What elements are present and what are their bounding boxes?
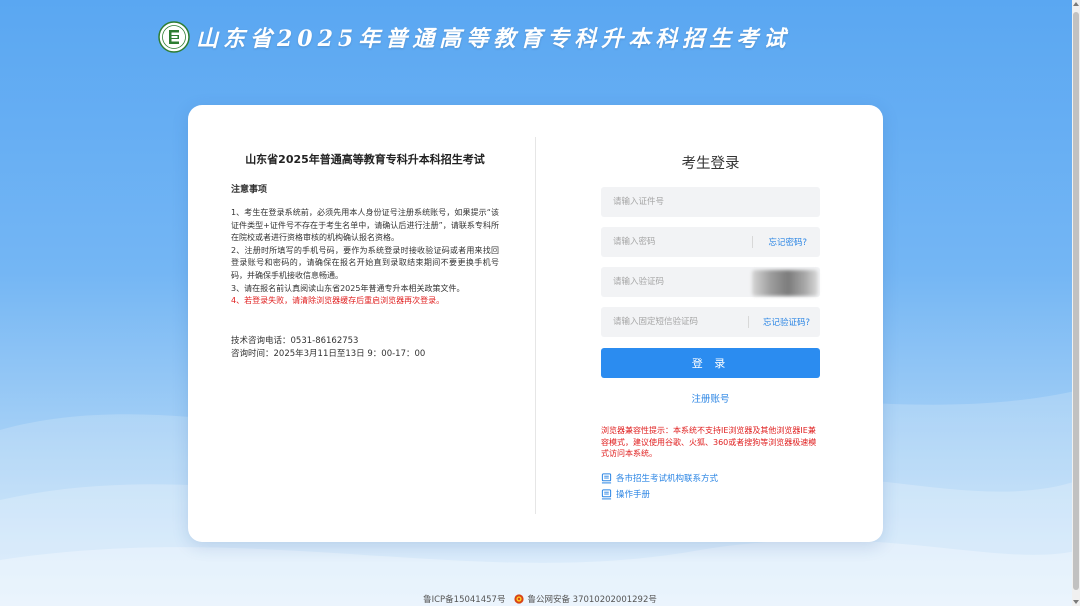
contact-info: 技术咨询电话：0531-86162753 咨询时间：2025年3月11日至13日… [231, 335, 425, 360]
site-header: 山东省2025年普通高等教育专科升本科招生考试 [158, 20, 790, 54]
login-title: 考生登录 [681, 156, 740, 172]
document-icon [601, 472, 612, 483]
notice-subtitle: 注意事项 [231, 185, 268, 195]
notice-item: 2、注册时所填写的手机号码，要作为系统登录时接收验证码或者用来找回登录账号和密码… [231, 245, 499, 280]
page-footer: 鲁ICP备15041457号 鲁公网安备 37010202001292号 [0, 593, 1080, 605]
captcha-image[interactable] [752, 270, 818, 296]
login-button[interactable]: 登 录 [601, 348, 820, 378]
sms-field: 忘记验证码? [601, 307, 820, 337]
notice-item: 1、考生在登录系统前，必须先用本人身份证号注册系统账号，如果提示“该证件类型+证… [231, 208, 499, 243]
exam-logo-icon [158, 21, 190, 53]
id-number-input[interactable] [601, 187, 820, 217]
register-link[interactable]: 注册账号 [601, 391, 820, 405]
field-separator [748, 316, 749, 328]
forgot-sms-code-link[interactable]: 忘记验证码? [763, 316, 810, 328]
site-title: 山东省2025年普通高等教育专科升本科招生考试 [196, 26, 791, 52]
police-badge-icon [514, 594, 525, 604]
contact-phone: 技术咨询电话：0531-86162753 [231, 336, 359, 346]
notice-item-warning: 4、若登录失败，请清除浏览器缓存后重启浏览器再次登录。 [231, 296, 445, 306]
field-separator [752, 236, 753, 248]
captcha-field [601, 267, 820, 297]
user-manual-link[interactable]: 操作手册 [601, 488, 650, 500]
icp-record-link[interactable]: 鲁ICP备15041457号 [423, 593, 505, 605]
page-scrollbar[interactable] [1072, 0, 1080, 606]
scroll-down-icon[interactable] [1073, 600, 1079, 604]
forgot-password-link[interactable]: 忘记密码? [768, 236, 807, 248]
exam-office-contacts-link[interactable]: 各市招生考试机构联系方式 [601, 472, 718, 484]
scroll-thumb[interactable] [1073, 12, 1079, 590]
id-field [601, 187, 820, 217]
browser-compat-tip: 浏览器兼容性提示：本系统不支持IE浏览器及其他浏览器IE兼容模式，建议使用谷歌、… [601, 426, 817, 459]
login-card: 山东省2025年普通高等教育专科升本科招生考试 注意事项 1、考生在登录系统前，… [188, 105, 883, 542]
notice-title: 山东省2025年普通高等教育专科升本科招生考试 [245, 153, 485, 166]
notice-list: 1、考生在登录系统前，必须先用本人身份证号注册系统账号，如果提示“该证件类型+证… [231, 207, 499, 308]
notice-item: 3、请在报名前认真阅读山东省2025年普通专升本相关政策文件。 [231, 283, 465, 293]
document-icon [601, 488, 612, 499]
password-field: 忘记密码? [601, 227, 820, 257]
exam-office-contacts-label: 各市招生考试机构联系方式 [616, 474, 719, 484]
contact-hours: 咨询时间：2025年3月11日至13日 9：00-17：00 [231, 348, 426, 359]
user-manual-label: 操作手册 [616, 490, 651, 500]
panel-divider [535, 137, 536, 514]
police-record-link[interactable]: 鲁公网安备 37010202001292号 [527, 593, 656, 605]
notice-panel: 山东省2025年普通高等教育专科升本科招生考试 注意事项 1、考生在登录系统前，… [231, 151, 499, 308]
scroll-up-icon[interactable] [1073, 2, 1079, 6]
